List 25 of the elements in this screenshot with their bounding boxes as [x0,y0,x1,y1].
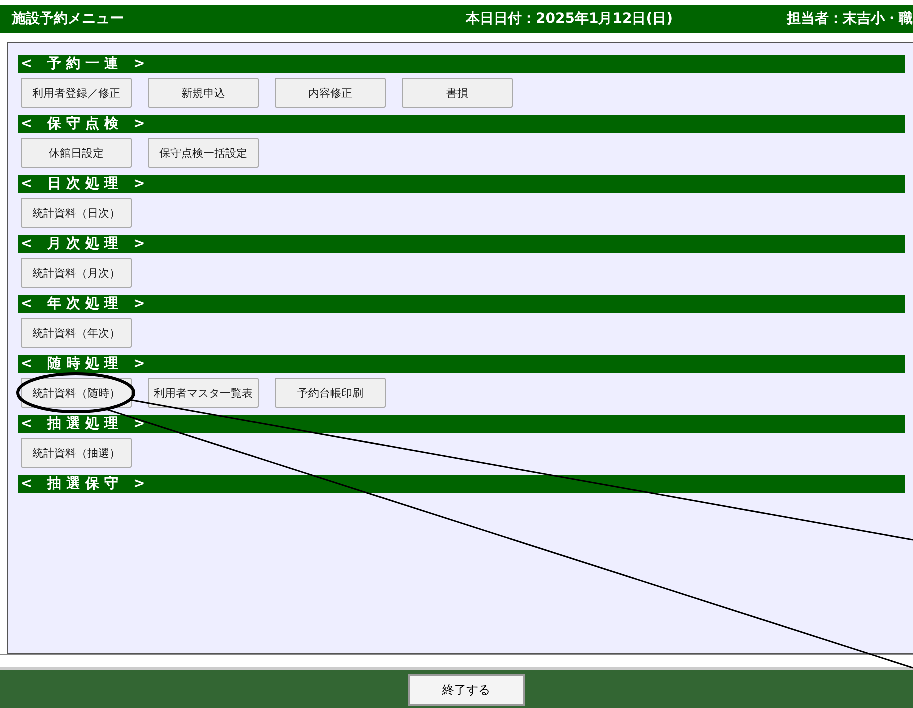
exit-button[interactable]: 終了する [408,674,525,706]
section-header: < 抽選処理 > [18,415,905,433]
menu-button[interactable]: 利用者登録／修正 [21,78,132,108]
date-label: 本日日付：2025年1月12日(日) [464,10,674,28]
menu-button[interactable]: 統計資料（抽選） [21,438,132,468]
section-header: < 月次処理 > [18,235,905,253]
menu-button[interactable]: 統計資料（年次） [21,318,132,348]
menu-button[interactable]: 予約台帳印刷 [275,378,386,408]
menu-button[interactable]: 内容修正 [275,78,386,108]
user-label: 担当者：末吉小・職 [787,10,913,28]
menu-button[interactable]: 新規申込 [148,78,259,108]
menu-button[interactable]: 書損 [402,78,513,108]
menu-button[interactable]: 統計資料（随時） [21,378,132,408]
menu-button[interactable]: 休館日設定 [21,138,132,168]
menu-button[interactable]: 利用者マスタ一覧表 [148,378,259,408]
menu-button[interactable]: 統計資料（月次） [21,258,132,288]
section-header: < 日次処理 > [18,175,905,193]
window-title: 施設予約メニュー [12,10,125,28]
section-header: < 保守点検 > [18,115,905,133]
section-header: < 予約一連 > [18,55,905,73]
section-header: < 抽選保守 > [18,475,905,493]
menu-button[interactable]: 保守点検一括設定 [148,138,259,168]
menu-button[interactable]: 統計資料（日次） [21,198,132,228]
section-header: < 年次処理 > [18,295,905,313]
section-header: < 随時処理 > [18,355,905,373]
